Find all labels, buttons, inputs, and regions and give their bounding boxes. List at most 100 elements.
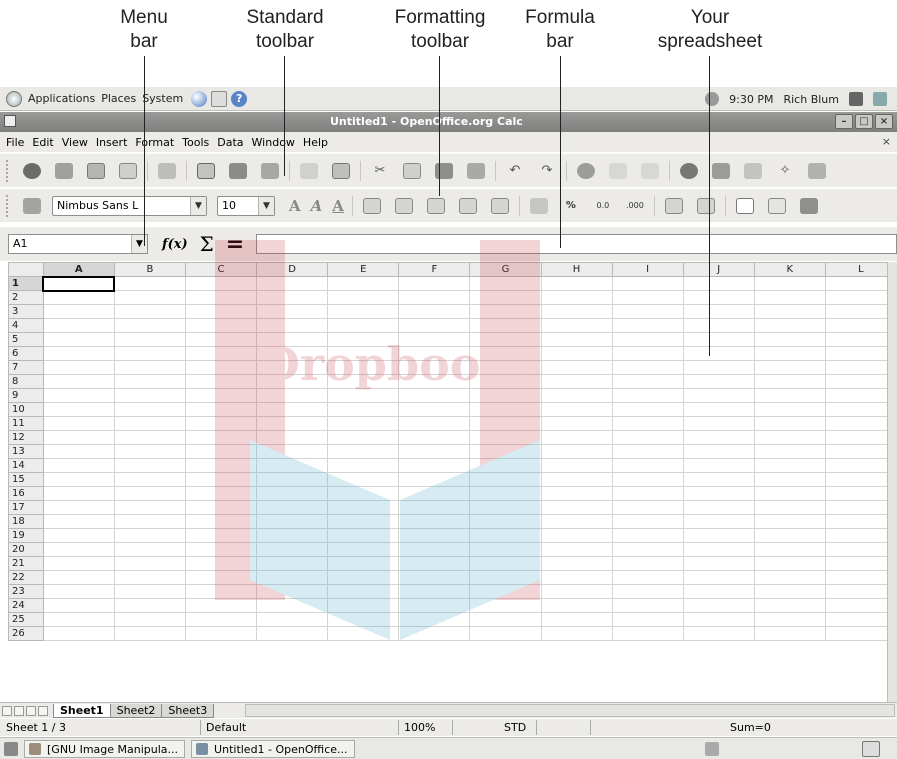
maximize-button[interactable]: □ [855,114,873,129]
cell[interactable] [42,598,115,613]
decrease-indent-icon[interactable] [663,195,685,217]
function-wizard-icon[interactable]: f(x) [162,237,188,252]
cell[interactable] [256,486,329,501]
cell[interactable] [42,374,115,389]
merge-cells-icon[interactable] [489,195,511,217]
cell[interactable] [113,500,186,515]
cell[interactable] [611,416,684,431]
percent-icon[interactable]: % [560,195,582,217]
cell[interactable] [113,290,186,305]
cell[interactable] [611,626,684,641]
sort-ascending-icon[interactable] [607,160,629,182]
cell[interactable] [824,276,897,291]
first-sheet-button[interactable] [2,705,12,716]
cell[interactable] [540,276,613,291]
cell[interactable] [113,514,186,529]
sheet-tab-2[interactable]: Sheet2 [109,703,163,718]
cell[interactable] [682,486,755,501]
cell[interactable] [327,598,400,613]
cell[interactable] [611,388,684,403]
cell[interactable] [469,556,542,571]
cell[interactable] [184,360,258,375]
cell[interactable] [327,332,400,347]
borders-icon[interactable] [734,195,756,217]
cell[interactable] [611,374,684,389]
cell[interactable] [398,458,471,473]
cell[interactable] [184,514,258,529]
cell[interactable] [824,612,897,627]
cell[interactable] [42,584,115,599]
cell[interactable] [184,612,258,627]
cell[interactable] [113,416,186,431]
cell[interactable] [540,556,613,571]
cell[interactable] [682,444,755,459]
task-openoffice[interactable]: Untitled1 - OpenOffice... [191,739,355,758]
selection-mode[interactable]: STD [504,721,526,734]
cell[interactable] [469,402,542,417]
cell[interactable] [753,430,826,445]
cell[interactable] [682,542,755,557]
cell[interactable] [469,416,542,431]
cell[interactable] [540,388,613,403]
cell[interactable] [184,388,258,403]
cell[interactable] [184,472,258,487]
cell[interactable] [469,584,542,599]
cell[interactable] [113,360,186,375]
row-header[interactable]: 2 [8,290,44,305]
row-header[interactable]: 4 [8,318,44,333]
cell[interactable] [753,570,826,585]
cell[interactable] [398,388,471,403]
cell[interactable] [113,598,186,613]
cell[interactable] [113,458,186,473]
spellcheck-icon[interactable] [298,160,320,182]
format-paintbrush-icon[interactable] [465,160,487,182]
cell[interactable] [753,612,826,627]
cell[interactable] [824,570,897,585]
cell[interactable] [540,430,613,445]
cell[interactable] [753,332,826,347]
cell[interactable] [327,472,400,487]
cell[interactable] [184,598,258,613]
row-header[interactable]: 18 [8,514,44,529]
cell[interactable] [753,458,826,473]
cell[interactable] [753,542,826,557]
cell[interactable] [611,276,684,291]
cell[interactable] [611,332,684,347]
cell[interactable] [824,290,897,305]
cell[interactable] [682,374,755,389]
sort-descending-icon[interactable] [639,160,661,182]
cell[interactable] [256,374,329,389]
cell[interactable] [184,318,258,333]
paste-icon[interactable] [433,160,455,182]
cell[interactable] [540,318,613,333]
menu-view[interactable]: View [62,136,88,149]
corner-select-all[interactable] [8,262,44,277]
cell[interactable] [753,360,826,375]
navigator-icon[interactable]: ✧ [774,160,796,182]
cell[interactable] [469,542,542,557]
justify-icon[interactable] [457,195,479,217]
cell[interactable] [42,472,115,487]
minimize-button[interactable]: – [835,114,853,129]
cell[interactable] [327,458,400,473]
cell[interactable] [611,486,684,501]
cell[interactable] [113,472,186,487]
cell[interactable] [824,430,897,445]
cell[interactable] [42,430,115,445]
cell[interactable] [184,374,258,389]
cell[interactable] [824,486,897,501]
cell[interactable] [824,346,897,361]
cell[interactable] [469,514,542,529]
row-header[interactable]: 23 [8,584,44,599]
new-document-icon[interactable] [21,160,43,182]
cell[interactable] [398,486,471,501]
cell[interactable] [611,360,684,375]
cell[interactable] [113,304,186,319]
cell[interactable] [469,318,542,333]
cell[interactable] [540,304,613,319]
cell[interactable] [256,472,329,487]
formula-input[interactable] [256,234,897,254]
cell[interactable] [824,584,897,599]
cell[interactable] [611,584,684,599]
cell[interactable] [398,402,471,417]
